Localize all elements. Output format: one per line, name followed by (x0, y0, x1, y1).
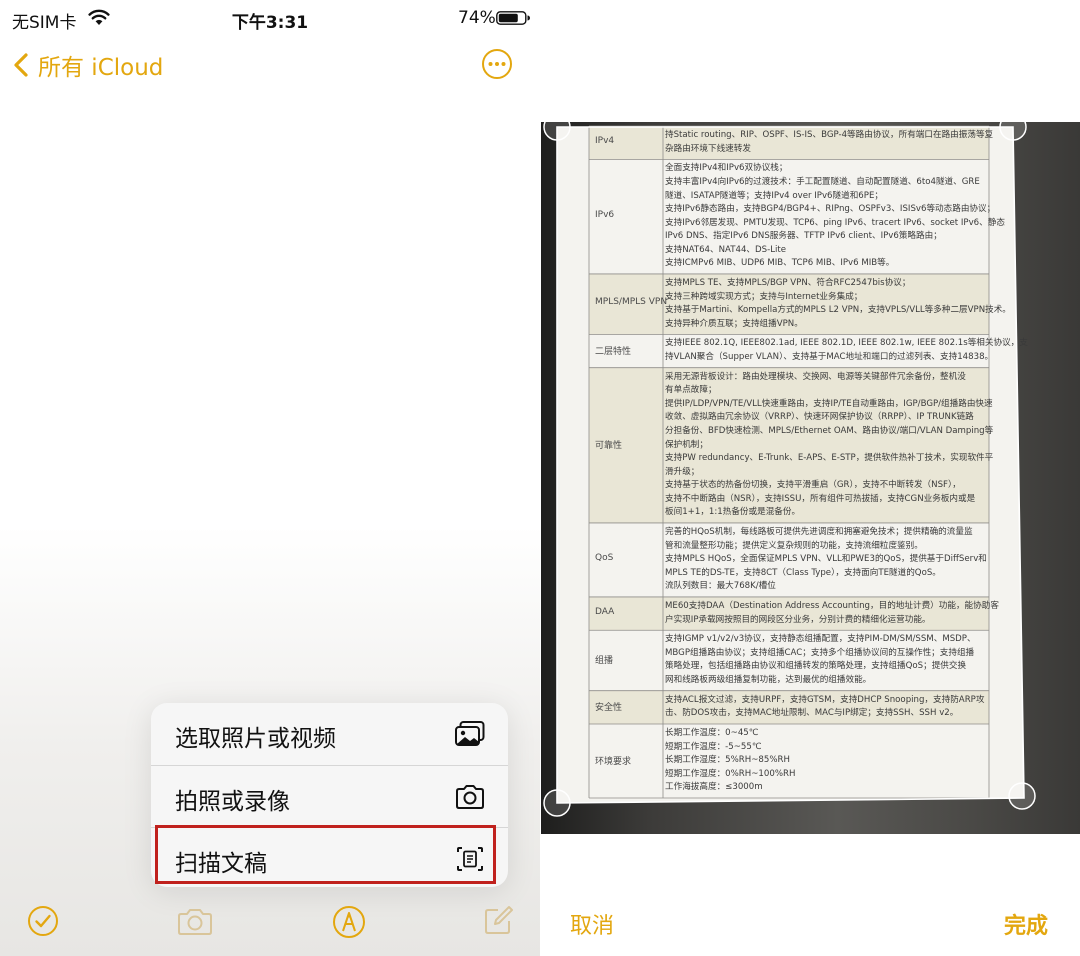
table-cell-line: 支持ACL报文过滤，支持URPF，支持GTSM，支持DHCP Snooping，… (665, 694, 985, 705)
table-cell-line: 户实现IP承载网按照目的网段区分业务，分别计费的精细化运营功能。 (665, 614, 931, 625)
menu-item-label: 选取照片或视频 (175, 726, 336, 752)
menu-item-label: 扫描文稿 (175, 851, 267, 877)
table-cell-line: 短期工作湿度：0%RH~100%RH (665, 768, 796, 779)
back-button[interactable]: 所有 iCloud (12, 48, 163, 82)
table-row-label: IPv4 (595, 135, 615, 146)
table-cell-line: 支持IEEE 802.1Q, IEEE802.1ad, IEEE 802.1D,… (665, 338, 1028, 349)
table-cell-line: 击、防DOS攻击，支持MAC地址限制、MAC与IP绑定；支持SSH、SSH v2… (665, 708, 959, 719)
crop-handle-top-left[interactable] (543, 122, 571, 141)
table-row-label: QoS (595, 552, 614, 563)
scanner-bottom-bar: 取消 完成 (540, 834, 1080, 956)
table-cell-line: 支持NAT64、NAT44、DS-Lite (665, 244, 787, 255)
menu-item-choose-photo[interactable]: 选取照片或视频 (151, 703, 508, 764)
table-cell-line: 管和流量整形功能；提供定义复杂规则的功能，支持流细粒度鉴别。 (665, 540, 923, 551)
table-cell-line: 支持不中断路由（NSR），支持ISSU，所有组件可热拔插，支持CGN业务板内或是 (665, 493, 976, 504)
table-row-label: 安全性 (595, 703, 623, 714)
table-cell-line: 分担备份、BFD快速检测、MPLS/Ethernet OAM、路由协议/端口/V… (665, 426, 994, 436)
table-cell-line: MBGP组播路由协议；支持组播CAC；支持多个组播协议间的互操作性；支持组播 (665, 647, 975, 658)
table-cell-line: 工作海拔高度：≤3000m (665, 782, 763, 793)
status-bar: 无SIM卡 下午3:31 74% (0, 0, 540, 36)
table-cell-line: 网和线路板两级组播复制功能，达到最优的组播效能。 (665, 675, 872, 686)
compose-icon[interactable] (482, 905, 514, 937)
menu-item-scan-document[interactable]: 扫描文稿 (151, 828, 508, 887)
table-cell-line: 杂路由环境下线速转发 (665, 143, 751, 154)
table-cell-line: 支持IPv6邻居发现、PMTU发现、TCP6、ping IPv6、tracert… (665, 217, 1005, 228)
table-cell-line: 采用无源背板设计：路由处理模块、交换网、电源等关键部件冗余备份，整机没 (665, 371, 966, 382)
chevron-left-icon (14, 53, 28, 77)
table-cell-line: 提供IP/LDP/VPN/TE/VLL快速重路由，支持IP/TE自动重路由，IG… (665, 398, 993, 409)
menu-item-label: 拍照或录像 (175, 789, 290, 815)
table-cell-line: 支持基于Martini、Kompella方式的MPLS L2 VPN，支持VPL… (665, 305, 1011, 316)
table-cell-line: 策略处理，包括组播路由协议和组播转发的策略处理，支持组播QoS；提供交换 (665, 661, 967, 672)
notes-screen: 无SIM卡 下午3:31 74% 所有 iCloud 选取照片或视频 拍照或录像… (0, 0, 540, 956)
battery-percentage: 74% (458, 8, 496, 28)
menu-item-take-photo[interactable]: 拍照或录像 (151, 766, 508, 827)
table-cell-line: 短期工作温度：-5~55℃ (665, 741, 762, 752)
table-cell-line: 完善的HQoS机制，每线路板可提供先进调度和拥塞避免技术；提供精确的流量监 (665, 527, 973, 538)
camera-icon (456, 785, 484, 809)
table-cell-line: 全面支持IPv4和IPv6双协议栈； (665, 163, 788, 174)
camera-preview: IPv4 持Static routing、RIP、OSPF、IS-IS、BGP-4… (541, 122, 1080, 834)
table-cell-line: 长期工作湿度：5%RH~85%RH (665, 755, 790, 766)
attachment-menu: 选取照片或视频 拍照或录像 扫描文稿 (151, 703, 508, 887)
table-cell-line: IPv6 DNS、指定IPv6 DNS服务器、TFTP IPv6 client、… (665, 231, 942, 242)
table-cell-line: 支持三种跨域实现方式；支持与Internet业务集成； (665, 291, 863, 302)
crop-handle-top-right[interactable] (999, 122, 1027, 141)
table-cell-line: 收敛、虚拟路由冗余协议（VRRP）、快速环网保护协议（RRPP）、IP TRUN… (665, 412, 974, 423)
markup-icon[interactable] (332, 905, 366, 939)
table-cell-line: 滑升级； (665, 466, 700, 477)
screenshot-root: 无SIM卡 下午3:31 74% 所有 iCloud 选取照片或视频 拍照或录像… (0, 0, 1080, 956)
table-row-label: 二层特性 (595, 347, 632, 358)
table-row-label: 可靠性 (595, 441, 623, 452)
table-row-label: 环境要求 (595, 757, 632, 767)
camera-icon[interactable] (176, 907, 214, 937)
table-cell-line: 隧道、ISATAP隧道等；支持IPv4 over IPv6隧道和6PE； (665, 190, 883, 201)
table-cell-line: 支持IGMP v1/v2/v3协议，支持静态组播配置，支持PIM-DM/SM/S… (665, 634, 976, 645)
table-cell-line: ME60支持DAA（Destination Address Accounting… (665, 601, 999, 612)
table-cell-line: 长期工作温度：0~45℃ (665, 728, 759, 739)
ellipsis-circle-icon[interactable] (481, 48, 513, 80)
table-cell-line: 持VLAN聚合（Supper VLAN）、支持基于MAC地址和端口的过滤列表、支… (665, 352, 994, 363)
checklist-icon[interactable] (27, 905, 59, 937)
table-cell-line: 有单点故障； (665, 385, 717, 396)
crop-handle-bottom-right[interactable] (1008, 782, 1036, 810)
scanner-screen: IPv4 持Static routing、RIP、OSPF、IS-IS、BGP-4… (540, 0, 1080, 956)
table-row-label: IPv6 (595, 209, 615, 220)
table-cell-line: 支持MPLS TE、支持MPLS/BGP VPN、符合RFC2547bis协议； (665, 278, 911, 289)
table-cell-line: MPLS TE的DS-TE，支持8CT（Class Type），支持面向TE隧道… (665, 567, 941, 578)
photo-library-icon (455, 721, 485, 746)
table-cell-line: 流队列数目：最大768K/槽位 (665, 581, 776, 592)
table-cell-line: 支持丰富IPv4向IPv6的过渡技术：手工配置隧道、自动配置隧道、6to4隧道、… (665, 177, 980, 187)
table-cell-line: 持Static routing、RIP、OSPF、IS-IS、BGP-4等路由协… (665, 130, 994, 141)
doc-scan-icon (457, 847, 483, 871)
crop-handle-bottom-left[interactable] (543, 789, 571, 817)
table-cell-line: 支持PW redundancy、E-Trunk、E-APS、E-STP，提供软件… (665, 453, 994, 464)
nav-bar: 所有 iCloud (0, 44, 540, 84)
table-cell-line: 支持MPLS HQoS，全面保证MPLS VPN、VLL和PWE3的QoS，提供… (665, 554, 987, 565)
cancel-button[interactable]: 取消 (570, 908, 614, 940)
table-cell-line: 支持ICMPv6 MIB、UDP6 MIB、TCP6 MIB、IPv6 MIB等… (665, 258, 895, 269)
table-cell-line: 支持异种介质互联；支持组播VPN。 (665, 318, 803, 329)
table-row-label: 组播 (595, 656, 614, 667)
table-row-label: DAA (595, 606, 615, 617)
table-cell-line: 支持基于状态的热备份切换，支持平滑重启（GR），支持不中断转发（NSF）， (665, 480, 961, 491)
table-cell-line: 支持IPv6静态路由，支持BGP4/BGP4+、RIPng、OSPFv3、ISI… (665, 204, 996, 215)
table-cell-line: 保护机制； (665, 439, 708, 450)
done-button[interactable]: 完成 (1004, 908, 1048, 940)
table-cell-line: 板间1+1，1:1热备份或是混备份。 (665, 507, 801, 518)
battery-icon (496, 11, 530, 25)
back-button-label: 所有 iCloud (38, 55, 164, 81)
notes-toolbar (0, 895, 540, 956)
table-row-label: MPLS/MPLS VPN (595, 297, 668, 308)
